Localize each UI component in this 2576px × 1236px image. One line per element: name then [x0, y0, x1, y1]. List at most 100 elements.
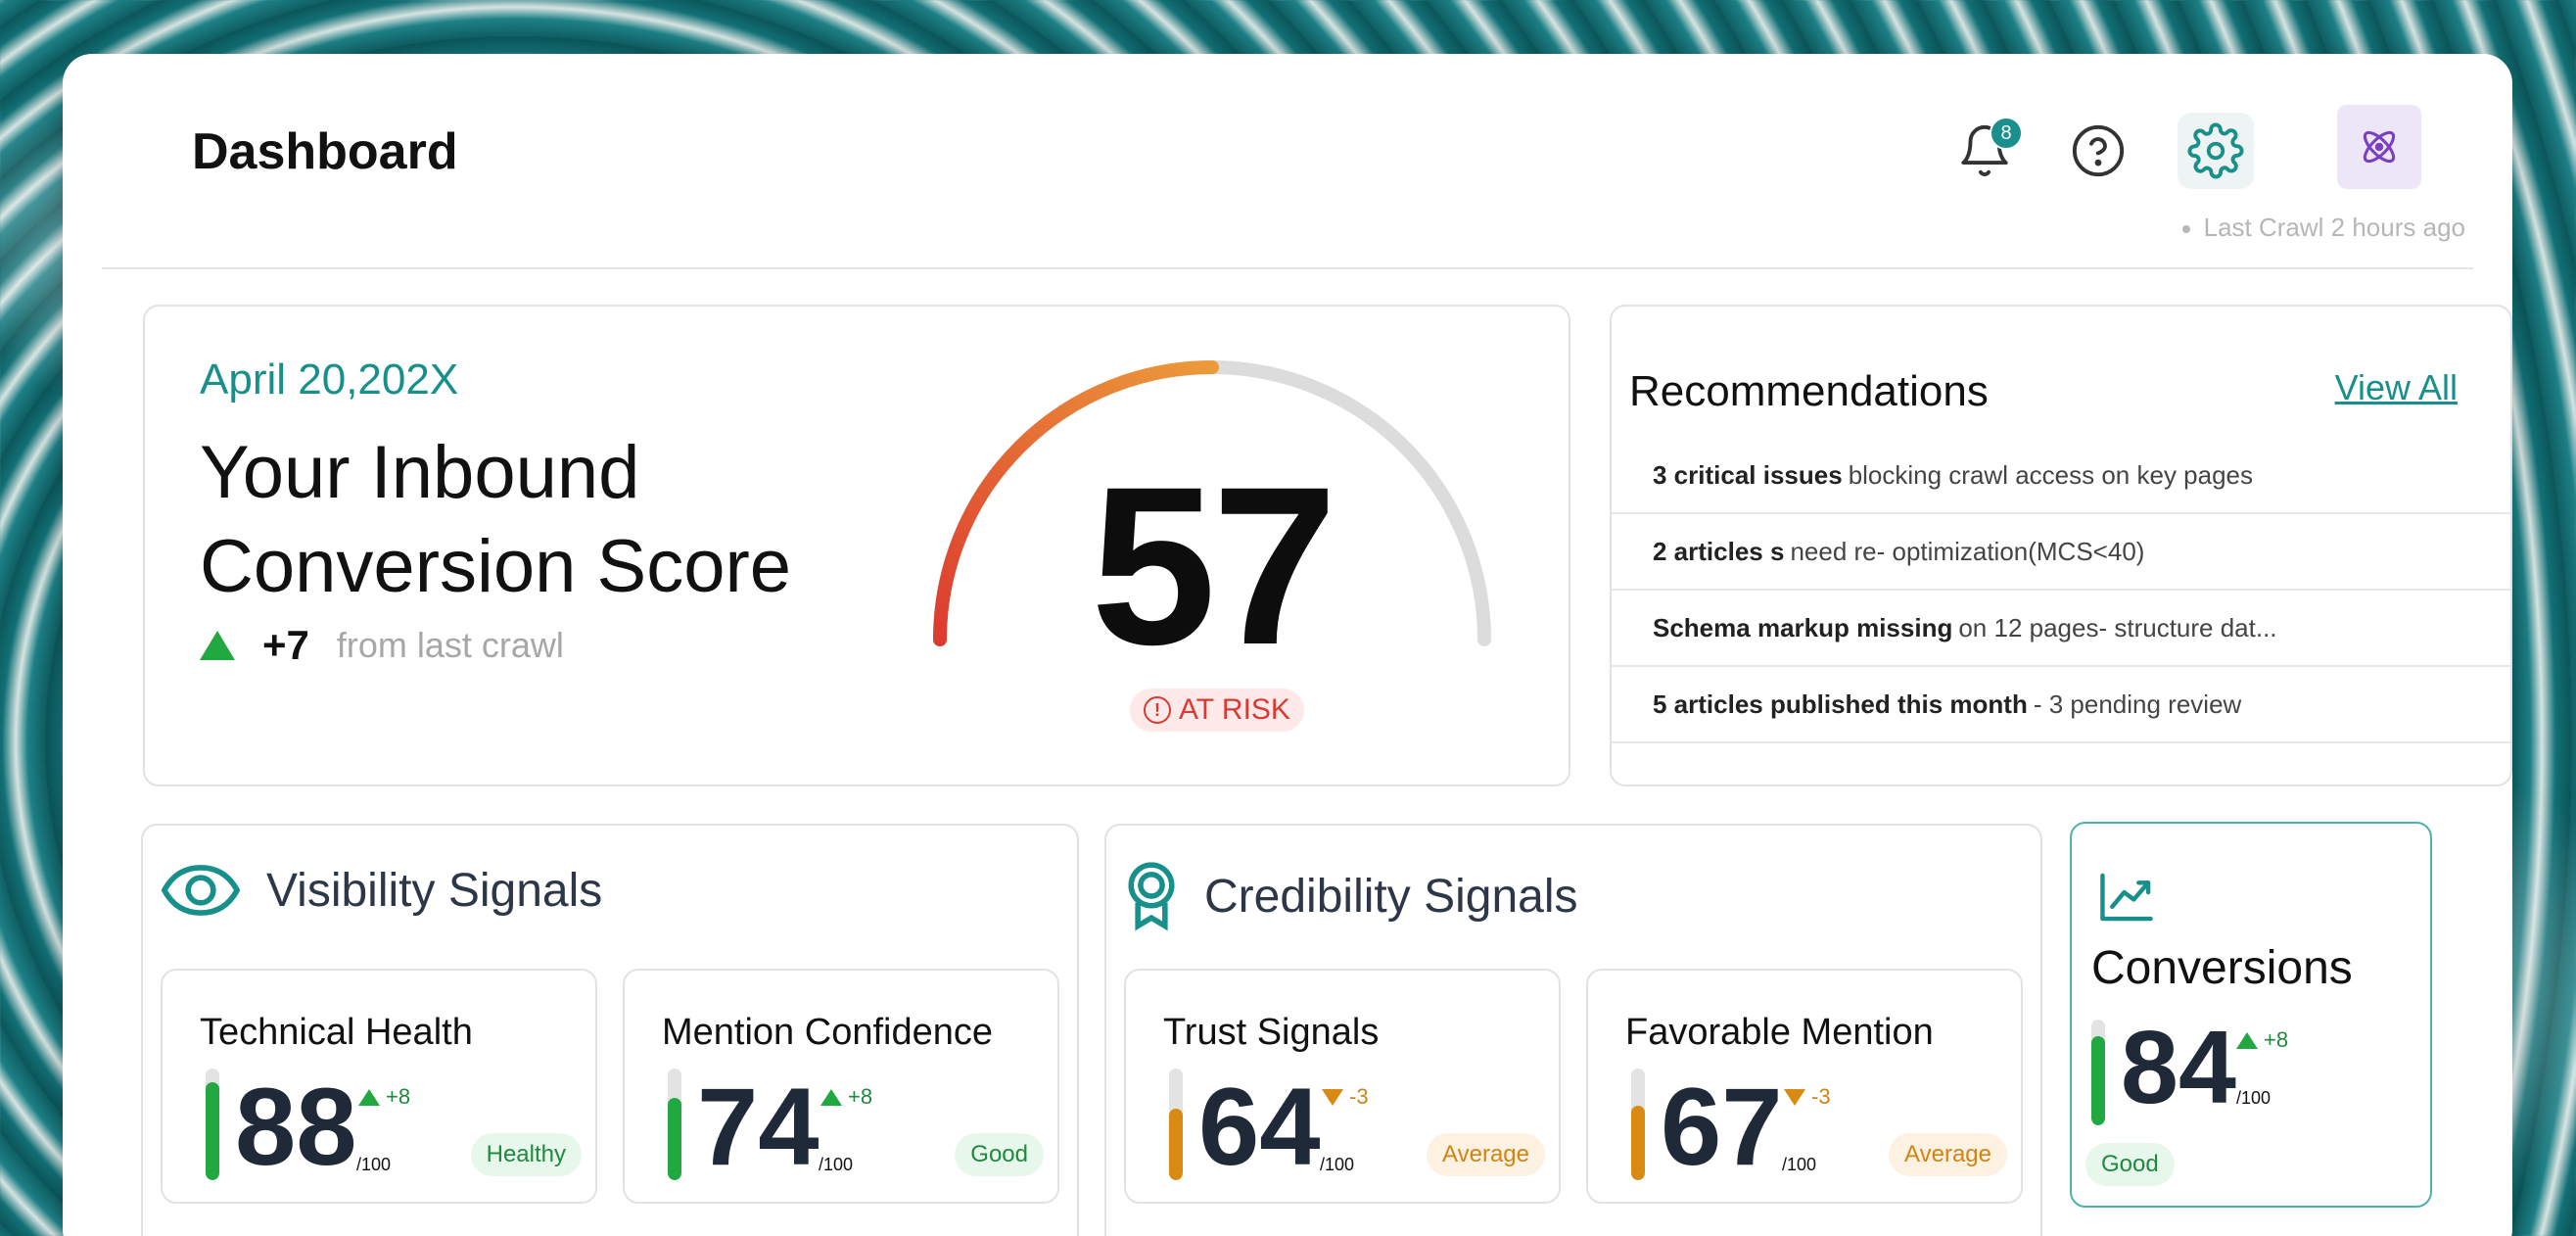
metric-delta: -3: [1322, 1084, 1369, 1110]
recommendation-bold: Schema markup missing: [1653, 612, 1953, 642]
metric-name: Mention Confidence: [662, 1012, 993, 1053]
ai-assistant-button[interactable]: [2337, 105, 2421, 189]
metric-delta-value: +8: [386, 1084, 411, 1109]
metric-delta-value: +8: [2264, 1027, 2289, 1052]
metric-level-bar: [1169, 1069, 1183, 1180]
recommendation-text: on 12 pages- structure dat...: [1958, 612, 2277, 642]
status-dot: [2181, 225, 2190, 234]
dashboard-panel: Dashboard 8 Last Crawl 2 hours ago April…: [63, 54, 2512, 1236]
view-all-link[interactable]: View All: [2335, 367, 2458, 408]
metric-out-of: /100: [2236, 1088, 2272, 1108]
metric-mention-confidence[interactable]: Mention Confidence 74 /100 +8 Good: [623, 969, 1059, 1204]
metric-name: Technical Health: [200, 1012, 473, 1053]
recommendation-text: blocking crawl access on key pages: [1848, 459, 2254, 490]
credibility-signals-title: Credibility Signals: [1204, 870, 1578, 923]
recommendation-item[interactable]: 3 critical issues blocking crawl access o…: [1612, 438, 2510, 514]
gear-icon: [2187, 122, 2244, 179]
metric-out-of: /100: [1320, 1155, 1355, 1174]
trend-up-icon: [358, 1088, 380, 1106]
header: Dashboard 8 Last Crawl 2 hours ago: [63, 54, 2512, 269]
metric-technical-health[interactable]: Technical Health 88 /100 +8 Healthy: [161, 969, 597, 1204]
metric-delta-value: -3: [1811, 1084, 1831, 1109]
score-delta: +7 from last crawl: [200, 622, 564, 669]
help-icon: [2072, 124, 2125, 177]
metric-delta: +8: [358, 1084, 410, 1110]
metric-value: 84: [2121, 1010, 2236, 1125]
visibility-signals-title: Visibility Signals: [266, 864, 603, 917]
metric-delta: +8: [820, 1084, 872, 1110]
conversion-score-card: April 20,202X Your Inbound Conversion Sc…: [143, 305, 1570, 786]
trend-up-icon: [200, 631, 235, 660]
page-title: Dashboard: [192, 123, 458, 180]
settings-button[interactable]: [2178, 113, 2254, 189]
metric-delta-value: +8: [848, 1084, 873, 1109]
recommendations-card: Recommendations View All 3 critical issu…: [1610, 305, 2512, 786]
metric-value: 67: [1661, 1066, 1783, 1188]
trend-up-icon: [820, 1088, 842, 1106]
recommendations-list: 3 critical issues blocking crawl access o…: [1612, 438, 2510, 743]
metric-delta-value: -3: [1349, 1084, 1369, 1109]
metric-delta: +8: [2236, 1027, 2288, 1053]
metric-level-bar: [206, 1069, 219, 1180]
last-crawl-text: Last Crawl 2 hours ago: [2203, 213, 2465, 242]
metric-level-fill: [1631, 1105, 1645, 1180]
metric-delta: -3: [1784, 1084, 1831, 1110]
metric-level-fill: [2091, 1036, 2105, 1125]
credibility-signals-card: Credibility Signals Trust Signals 64 /10…: [1104, 824, 2042, 1236]
help-button[interactable]: [2060, 113, 2136, 189]
recommendation-text: - 3 pending review: [2033, 689, 2242, 719]
risk-status-text: AT RISK: [1179, 693, 1290, 726]
credibility-signals-header: Credibility Signals: [1124, 861, 1578, 931]
trend-down-icon: [1322, 1088, 1343, 1106]
recommendation-item[interactable]: Schema markup missing on 12 pages- struct…: [1612, 591, 2510, 667]
risk-status-badge: ! AT RISK: [1130, 689, 1304, 732]
status-badge: Average: [1427, 1133, 1545, 1176]
alert-icon: !: [1144, 696, 1171, 724]
eye-icon: [161, 865, 241, 916]
score-delta-text: from last crawl: [336, 625, 564, 665]
notifications-button[interactable]: 8: [1946, 113, 2023, 189]
recommendation-item[interactable]: 2 articles s need re- optimization(MCS<40…: [1612, 514, 2510, 591]
conversions-title: Conversions: [2091, 942, 2353, 994]
recommendation-bold: 2 articles s: [1653, 536, 1785, 566]
metric-name: Trust Signals: [1163, 1012, 1380, 1053]
atom-icon: [2363, 130, 2396, 164]
trend-down-icon: [1784, 1088, 1805, 1106]
visibility-signals-header: Visibility Signals: [161, 861, 602, 920]
status-badge: Good: [2085, 1143, 2175, 1186]
metric-trust-signals[interactable]: Trust Signals 64 /100 -3 Average: [1124, 969, 1561, 1204]
metric-level-bar: [668, 1069, 681, 1180]
metric-value: 88: [235, 1066, 357, 1188]
metric-level-fill: [206, 1081, 219, 1180]
recommendation-bold: 3 critical issues: [1653, 459, 1843, 490]
visibility-signals-card: Visibility Signals Technical Health 88 /…: [141, 824, 1079, 1236]
recommendation-bold: 5 articles published this month: [1653, 689, 2028, 719]
status-badge: Good: [955, 1133, 1044, 1176]
metric-level-fill: [668, 1097, 681, 1180]
metric-out-of: /100: [356, 1155, 392, 1174]
metric-level-bar: [1631, 1069, 1645, 1180]
award-ribbon-icon: [1128, 862, 1175, 931]
score-title: Your Inbound Conversion Score: [200, 431, 792, 608]
status-badge: Average: [1889, 1133, 2007, 1176]
trend-chart-icon: [2100, 873, 2153, 922]
score-date: April 20,202X: [200, 356, 459, 404]
notification-count-badge: 8: [1990, 117, 2023, 150]
metric-name: Favorable Mention: [1625, 1012, 1934, 1053]
last-crawl-status: Last Crawl 2 hours ago: [2181, 213, 2465, 243]
conversions-card[interactable]: Conversions 84 /100 +8 Good: [2070, 822, 2432, 1208]
metric-out-of: /100: [1782, 1155, 1817, 1174]
metric-value: 74: [697, 1066, 820, 1188]
metric-value: 64: [1198, 1066, 1321, 1188]
header-divider: [102, 267, 2473, 269]
metric-level-bar: [2091, 1020, 2105, 1125]
recommendation-text: need re- optimization(MCS<40): [1790, 536, 2145, 566]
recommendation-item[interactable]: 5 articles published this month - 3 pendi…: [1612, 667, 2510, 743]
metric-level-fill: [1169, 1109, 1183, 1180]
metric-favorable-mention[interactable]: Favorable Mention 67 /100 -3 Average: [1586, 969, 2023, 1204]
trend-up-icon: [2236, 1031, 2258, 1049]
score-delta-value: +7: [262, 622, 309, 668]
status-badge: Healthy: [470, 1133, 582, 1176]
score-value: 57: [1091, 440, 1337, 691]
metric-out-of: /100: [819, 1155, 854, 1174]
